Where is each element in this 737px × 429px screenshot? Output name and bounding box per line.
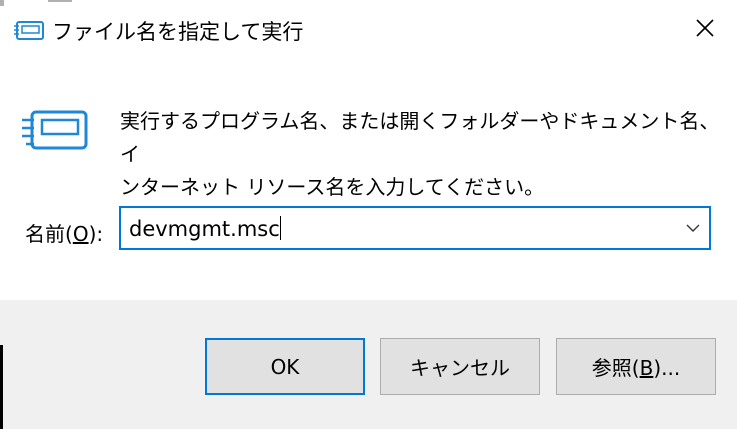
description-line: ンターネット リソース名を入力してください。 <box>120 175 545 199</box>
ok-button[interactable]: OK <box>205 338 365 395</box>
name-label-accelerator: O <box>72 222 89 246</box>
browse-label-suffix: )... <box>653 356 681 380</box>
browse-label-accelerator: B <box>639 356 654 380</box>
cancel-button[interactable]: キャンセル <box>380 338 540 395</box>
background-window-edge <box>0 0 4 6</box>
close-icon <box>695 18 715 42</box>
description-text: 実行するプログラム名、または開くフォルダーやドキュメント名、イ ンターネット リ… <box>120 105 720 204</box>
run-dialog: ファイル名を指定して実行 実行するプログラム名、または開くフォルダーやドキュメン… <box>0 0 737 429</box>
run-command-combobox[interactable]: devmgmt.msc <box>119 206 711 250</box>
ok-button-label: OK <box>270 354 300 379</box>
cancel-button-label: キャンセル <box>410 356 510 380</box>
window-title: ファイル名を指定して実行 <box>52 20 304 44</box>
browse-button-label: 参照(B)... <box>592 352 680 381</box>
run-icon <box>14 20 44 42</box>
text-caret <box>279 216 281 240</box>
description-line: 実行するプログラム名、または開くフォルダーやドキュメント名、イ <box>120 109 720 166</box>
name-label-suffix: ): <box>88 222 104 246</box>
close-button[interactable] <box>680 8 730 52</box>
run-command-value: devmgmt.msc <box>129 217 280 241</box>
name-label-prefix: 名前( <box>25 222 73 246</box>
background-window-edge <box>0 345 3 429</box>
run-command-input[interactable]: devmgmt.msc <box>129 216 281 241</box>
background-window-edge <box>48 0 72 2</box>
browse-button[interactable]: 参照(B)... <box>556 338 716 395</box>
run-icon <box>22 108 90 154</box>
title-bar: ファイル名を指定して実行 <box>0 0 737 60</box>
name-field-label: 名前(O): <box>25 218 103 247</box>
browse-label-prefix: 参照( <box>591 356 640 380</box>
chevron-down-icon[interactable] <box>685 220 701 236</box>
